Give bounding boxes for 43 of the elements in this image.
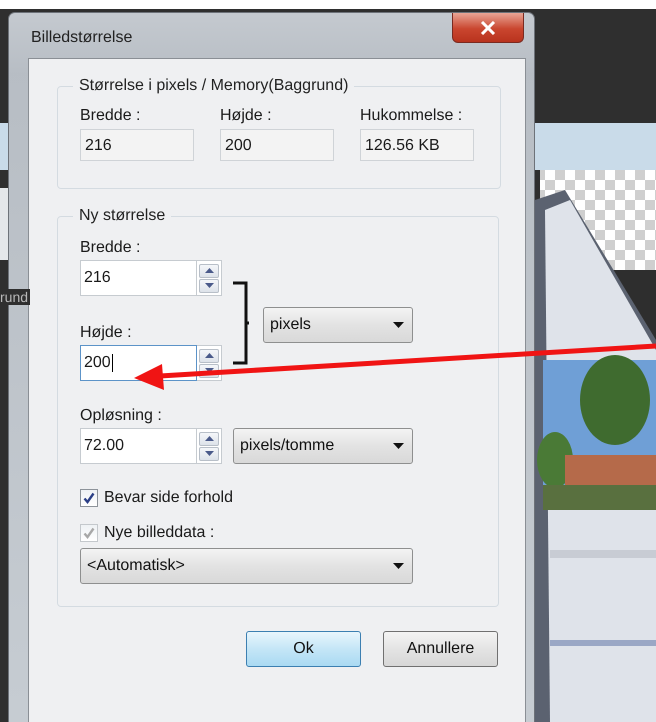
layer-label: rund: [0, 289, 30, 305]
dropdown-arrow-icon: [393, 563, 404, 569]
resample-dropdown[interactable]: <Automatisk>: [80, 548, 413, 584]
readonly-field: 216: [80, 129, 194, 161]
window-title: Billedstørrelse: [31, 29, 132, 47]
down-triangle-icon: [204, 451, 214, 456]
text-cursor: [112, 354, 113, 372]
readonly-field: 200: [220, 129, 334, 161]
input-field[interactable]: 72.00: [80, 428, 197, 464]
field-label: Højde :: [220, 107, 273, 125]
checkmark-icon: [83, 492, 95, 504]
field-label: Bredde :: [80, 107, 142, 125]
up-triangle-icon: [204, 353, 214, 358]
up-triangle-icon: [204, 268, 214, 273]
close-button[interactable]: [452, 13, 524, 43]
field-label: Højde :: [80, 324, 133, 342]
resolution-unit-dropdown[interactable]: pixels/tomme: [233, 428, 413, 464]
cancel-button[interactable]: Annullere: [383, 631, 498, 667]
spin-up-button[interactable]: [199, 348, 219, 362]
readonly-field: 126.56 KB: [360, 129, 474, 161]
field-label: Bredde :: [80, 239, 142, 257]
group-title: Størrelse i pixels / Memory(Baggrund): [78, 77, 350, 95]
dropdown-arrow-icon: [393, 443, 404, 449]
down-triangle-icon: [204, 283, 214, 288]
down-triangle-icon: [204, 368, 214, 373]
input-field[interactable]: 216: [80, 260, 197, 296]
close-icon: [480, 20, 496, 34]
spin-up-button[interactable]: [199, 264, 219, 278]
spin-down-button[interactable]: [199, 446, 219, 460]
up-triangle-icon: [204, 436, 214, 441]
field-label: Hukommelse :: [360, 107, 464, 125]
unit-dropdown[interactable]: pixels: [263, 306, 413, 342]
checkbox[interactable]: [80, 489, 98, 507]
spin-down-button[interactable]: [199, 278, 219, 292]
field-label: Opløsning :: [80, 407, 163, 425]
checkmark-icon: [83, 527, 95, 539]
ok-button[interactable]: Ok: [246, 631, 361, 667]
group-title: Ny størrelse: [78, 207, 166, 225]
dropdown-arrow-icon: [393, 322, 404, 328]
checkbox-label: Nye billeddata :: [104, 524, 214, 542]
link-bracket-icon: [233, 281, 249, 365]
spin-up-button[interactable]: [199, 432, 219, 446]
checkbox-label: Bevar side forhold: [104, 489, 233, 507]
